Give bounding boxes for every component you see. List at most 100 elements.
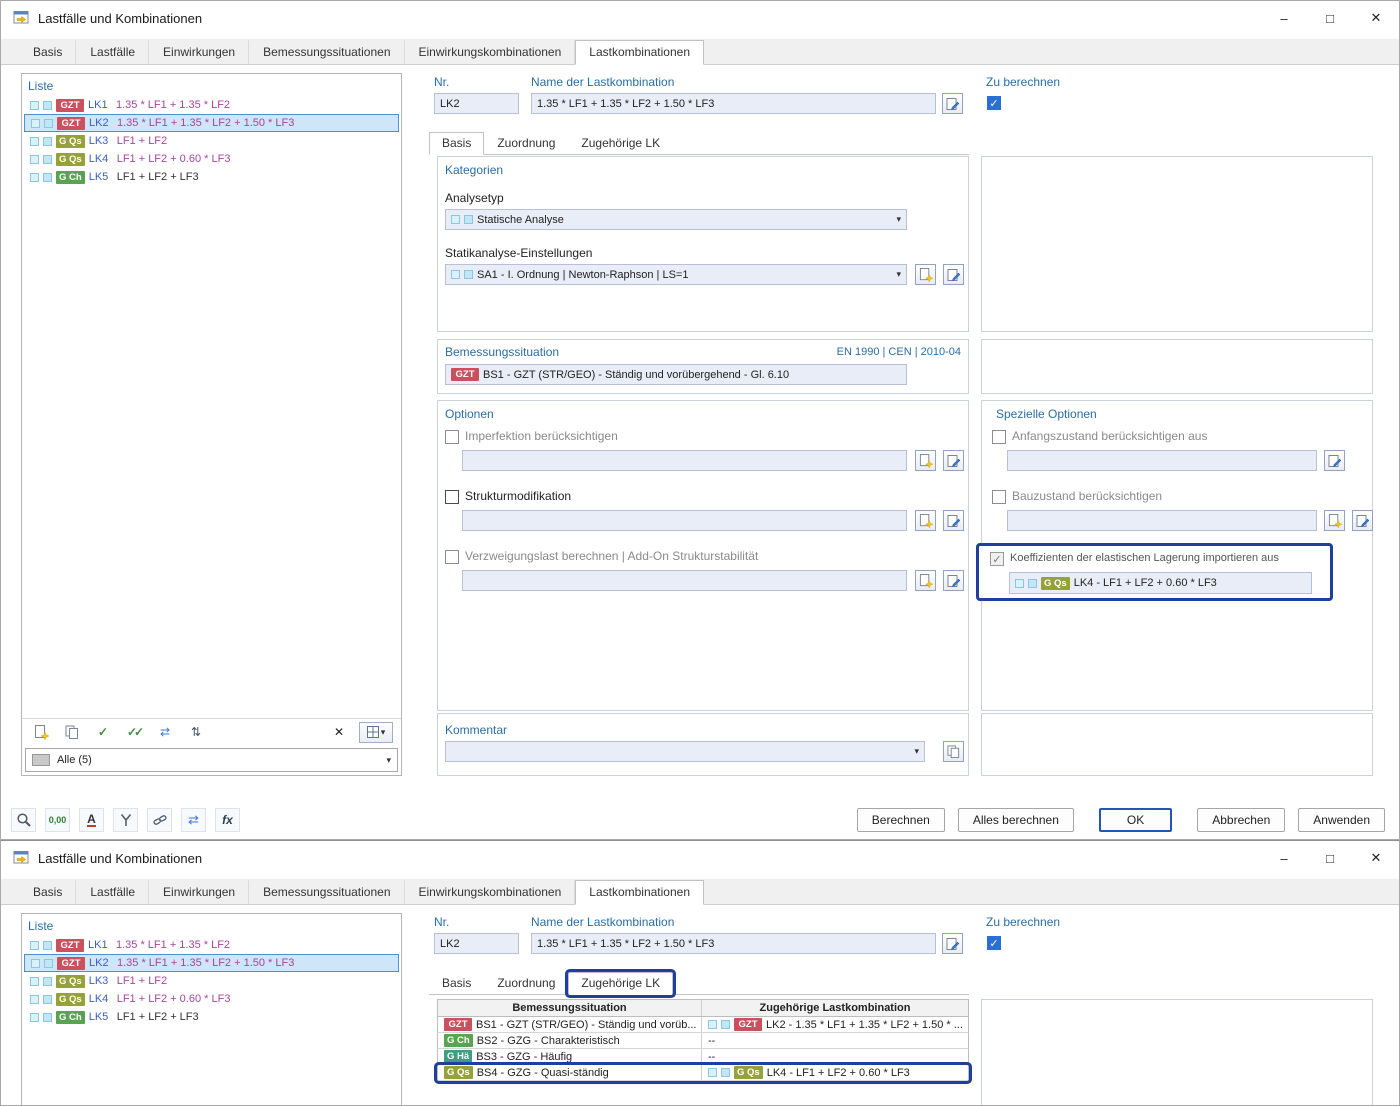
- spezielle-label: Spezielle Optionen: [996, 407, 1097, 421]
- new-strukturmodifikation-button[interactable]: [915, 510, 936, 531]
- minimize-button[interactable]: –: [1261, 841, 1307, 875]
- verzweigungslast-field[interactable]: [462, 570, 907, 591]
- subtab-zuordnung[interactable]: Zuordnung: [484, 132, 568, 154]
- list-item[interactable]: G Ch LK5 LF1 + LF2 + LF3: [24, 168, 399, 186]
- nr-field[interactable]: LK2: [434, 933, 519, 954]
- minimize-button[interactable]: –: [1261, 1, 1307, 35]
- tab-einwirkungskombinationen[interactable]: Einwirkungskombinationen: [405, 880, 576, 904]
- subtab-zugehoerige-lk[interactable]: Zugehörige LK: [568, 132, 673, 154]
- edit-bauzustand-button[interactable]: [1352, 510, 1373, 531]
- units-icon[interactable]: [113, 808, 138, 832]
- check-all-button[interactable]: ✓✓: [123, 722, 145, 743]
- anwenden-button[interactable]: Anwenden: [1298, 808, 1385, 832]
- verzweigungslast-checkbox[interactable]: [445, 550, 459, 564]
- color-swatch-icon: [451, 215, 460, 224]
- find-edit-icon[interactable]: [11, 808, 36, 832]
- table-view-button[interactable]: ▾: [359, 721, 393, 743]
- abbrechen-button[interactable]: Abbrechen: [1197, 808, 1286, 832]
- delete-button[interactable]: ✕: [328, 722, 350, 743]
- table-row[interactable]: GZT BS1 - GZT (STR/GEO) - Ständig und vo…: [437, 1017, 969, 1033]
- bemessung-field[interactable]: GZT BS1 - GZT (STR/GEO) - Ständig und vo…: [445, 364, 907, 385]
- compute-checkbox[interactable]: ✓: [987, 936, 1001, 950]
- edit-imperfektion-button[interactable]: [943, 450, 964, 471]
- tab-einwirkungskombinationen[interactable]: Einwirkungskombinationen: [405, 40, 576, 64]
- subtab-basis[interactable]: Basis: [429, 132, 485, 155]
- tab-lastkombinationen[interactable]: Lastkombinationen: [575, 40, 704, 65]
- tab-lastfaelle[interactable]: Lastfälle: [76, 880, 150, 904]
- list-item[interactable]: G Qs LK4 LF1 + LF2 + 0.60 * LF3: [24, 150, 399, 168]
- statik-dropdown[interactable]: SA1 - I. Ordnung | Newton-Raphson | LS=1…: [445, 264, 907, 285]
- edit-settings-button[interactable]: [943, 264, 964, 285]
- new-settings-button[interactable]: [915, 264, 936, 285]
- design-situation-badge: G Qs: [56, 974, 85, 988]
- imperfektion-checkbox[interactable]: [445, 430, 459, 444]
- tab-lastfaelle[interactable]: Lastfälle: [76, 40, 150, 64]
- table-row-highlighted[interactable]: G Qs BS4 - GZG - Quasi-ständig G Qs LK4 …: [437, 1065, 969, 1081]
- maximize-button[interactable]: □: [1307, 841, 1353, 875]
- anfangszustand-checkbox[interactable]: [992, 430, 1006, 444]
- analysetyp-dropdown[interactable]: Statische Analyse ▾: [445, 209, 907, 230]
- subtab-zuordnung[interactable]: Zuordnung: [484, 972, 568, 994]
- regenerate-icon[interactable]: ⇄: [181, 808, 206, 832]
- subtab-zugehoerige-lk-highlighted[interactable]: Zugehörige LK: [568, 972, 674, 995]
- font-size-icon[interactable]: A: [79, 808, 104, 832]
- list-item-selected[interactable]: GZT LK2 1.35 * LF1 + 1.35 * LF2 + 1.50 *…: [24, 954, 399, 972]
- decimal-places-icon[interactable]: 0,00: [45, 808, 70, 832]
- list-item[interactable]: G Qs LK3 LF1 + LF2: [24, 132, 399, 150]
- list-filter-dropdown[interactable]: Alle (5) ▾: [25, 748, 398, 772]
- tab-basis[interactable]: Basis: [19, 40, 77, 64]
- berechnen-button[interactable]: Berechnen: [856, 808, 945, 832]
- nr-field[interactable]: LK2: [434, 93, 519, 114]
- strukturmodifikation-checkbox[interactable]: [445, 490, 459, 504]
- renumber-button[interactable]: ⇄: [154, 722, 176, 743]
- list-item[interactable]: G Qs LK4 LF1 + LF2 + 0.60 * LF3: [24, 990, 399, 1008]
- rename-button[interactable]: [942, 933, 963, 954]
- new-imperfektion-button[interactable]: [915, 450, 936, 471]
- edit-strukturmodifikation-button[interactable]: [943, 510, 964, 531]
- compute-checkbox[interactable]: ✓: [987, 96, 1001, 110]
- subtab-basis[interactable]: Basis: [429, 972, 484, 994]
- color-swatch-icon: [30, 976, 39, 986]
- chevron-down-icon: ▾: [914, 746, 919, 756]
- table-row[interactable]: G Ch BS2 - GZG - Charakteristisch --: [437, 1033, 969, 1049]
- rename-button[interactable]: [942, 93, 963, 114]
- table-row[interactable]: G Hä BS3 - GZG - Häufig --: [437, 1049, 969, 1065]
- koeffizienten-checkbox[interactable]: ✓: [990, 552, 1004, 566]
- list-item[interactable]: GZT LK1 1.35 * LF1 + 1.35 * LF2: [24, 936, 399, 954]
- list-item-selected[interactable]: GZT LK2 1.35 * LF1 + 1.35 * LF2 + 1.50 *…: [24, 114, 399, 132]
- imperfektion-field[interactable]: [462, 450, 907, 471]
- tab-einwirkungen[interactable]: Einwirkungen: [149, 40, 250, 64]
- list-item[interactable]: G Qs LK3 LF1 + LF2: [24, 972, 399, 990]
- name-field[interactable]: 1.35 * LF1 + 1.35 * LF2 + 1.50 * LF3: [531, 933, 936, 954]
- list-item[interactable]: GZT LK1 1.35 * LF1 + 1.35 * LF2: [24, 96, 399, 114]
- formula-icon[interactable]: fx: [215, 808, 240, 832]
- tab-bemessungssituationen[interactable]: Bemessungssituationen: [249, 880, 405, 904]
- new-item-button[interactable]: [30, 722, 52, 743]
- tab-einwirkungen[interactable]: Einwirkungen: [149, 880, 250, 904]
- sort-button[interactable]: ⇅: [185, 722, 207, 743]
- tab-basis[interactable]: Basis: [19, 880, 77, 904]
- copy-kommentar-button[interactable]: [943, 741, 964, 762]
- list-item[interactable]: G Ch LK5 LF1 + LF2 + LF3: [24, 1008, 399, 1026]
- close-button[interactable]: ✕: [1353, 1, 1399, 35]
- ok-button[interactable]: OK: [1098, 808, 1173, 832]
- name-field[interactable]: 1.35 * LF1 + 1.35 * LF2 + 1.50 * LF3: [531, 93, 936, 114]
- strukturmodifikation-field[interactable]: [462, 510, 907, 531]
- edit-verzweigungslast-button[interactable]: [943, 570, 964, 591]
- maximize-button[interactable]: □: [1307, 1, 1353, 35]
- new-verzweigungslast-button[interactable]: [915, 570, 936, 591]
- bauzustand-checkbox[interactable]: [992, 490, 1006, 504]
- bauzustand-field[interactable]: [1007, 510, 1317, 531]
- close-button[interactable]: ✕: [1353, 841, 1399, 875]
- link-icon[interactable]: [147, 808, 172, 832]
- copy-item-button[interactable]: [61, 722, 83, 743]
- check-edit-button[interactable]: ✓: [92, 722, 114, 743]
- tab-bemessungssituationen[interactable]: Bemessungssituationen: [249, 40, 405, 64]
- anfangszustand-field[interactable]: [1007, 450, 1317, 471]
- tab-lastkombinationen[interactable]: Lastkombinationen: [575, 880, 704, 905]
- new-bauzustand-button[interactable]: [1324, 510, 1345, 531]
- koeffizienten-field[interactable]: G Qs LK4 - LF1 + LF2 + 0.60 * LF3: [1009, 572, 1312, 594]
- kommentar-dropdown[interactable]: ▾: [445, 741, 925, 762]
- alles-berechnen-button[interactable]: Alles berechnen: [957, 808, 1074, 832]
- edit-anfangszustand-button[interactable]: [1324, 450, 1345, 471]
